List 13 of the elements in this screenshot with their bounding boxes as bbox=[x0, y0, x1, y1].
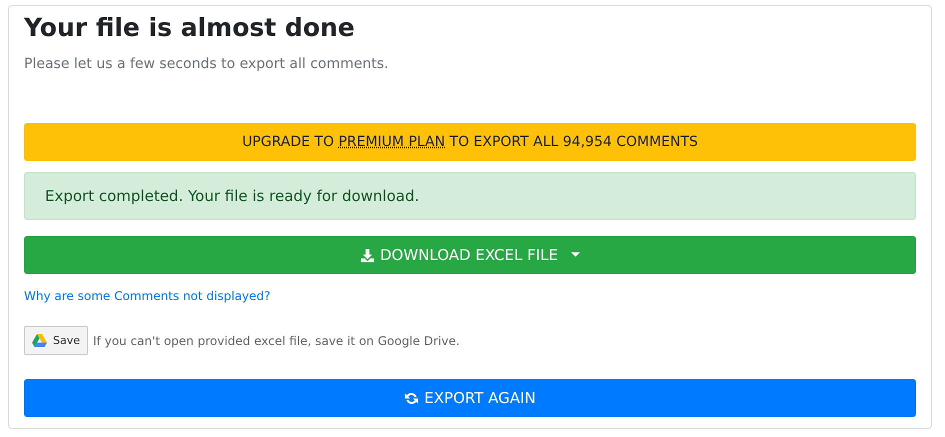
page-title: Your file is almost done bbox=[24, 12, 356, 44]
download-icon bbox=[360, 248, 375, 262]
premium-plan-link[interactable]: PREMIUM PLAN bbox=[338, 134, 446, 150]
help-link[interactable]: Why are some Comments not displayed? bbox=[24, 289, 270, 303]
subtitle: Please let us a few seconds to export all comments. bbox=[24, 56, 390, 72]
drive-note: If you can't open provided excel file, save it on Google Drive. bbox=[93, 334, 460, 348]
export-again-button[interactable]: EXPORT AGAIN bbox=[24, 379, 916, 417]
alert-message: Export completed. Your file is ready for download. bbox=[45, 187, 420, 205]
upgrade-message: UPGRADE TO PREMIUM PLAN TO EXPORT ALL 94,954 COMMENTS bbox=[242, 134, 698, 150]
drive-save-button[interactable]: Save bbox=[24, 326, 88, 355]
download-button[interactable]: DOWNLOAD EXCEL FILE bbox=[24, 236, 916, 274]
drive-icon bbox=[32, 334, 47, 347]
refresh-icon bbox=[404, 390, 420, 406]
